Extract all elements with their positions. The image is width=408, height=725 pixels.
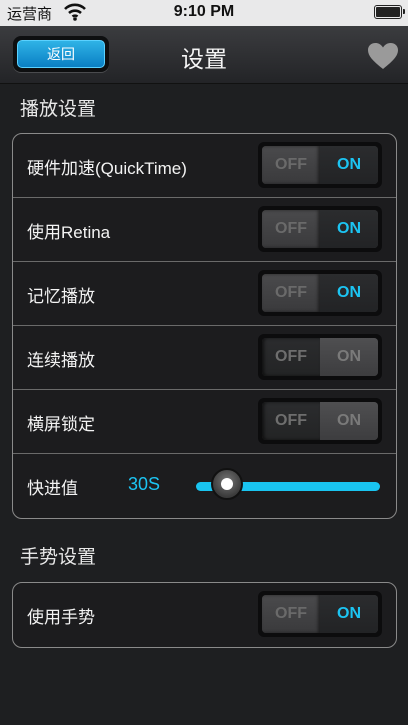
toggle-on-label: ON bbox=[320, 274, 378, 312]
toggle-off-label: OFF bbox=[262, 210, 320, 248]
setting-label: 快进值 bbox=[27, 479, 78, 498]
setting-label: 连续播放 bbox=[27, 351, 95, 370]
toggle-off-label: OFF bbox=[262, 146, 320, 184]
status-bar: 运营商 9:10 PM bbox=[0, 0, 408, 26]
setting-row-hardware-accel: 硬件加速(QuickTime) OFF ON bbox=[13, 134, 396, 198]
setting-row-landscape-lock: 横屏锁定 OFF ON bbox=[13, 390, 396, 454]
toggle-on-label: ON bbox=[320, 338, 378, 376]
setting-row-continuous-playback: 连续播放 OFF ON bbox=[13, 326, 396, 390]
toggle-off-label: OFF bbox=[262, 274, 320, 312]
setting-row-use-gestures: 使用手势 OFF ON bbox=[13, 583, 396, 647]
fast-forward-value: 30S bbox=[128, 474, 161, 494]
setting-row-fast-forward: 快进值 30S bbox=[13, 454, 396, 518]
resume-playback-toggle[interactable]: OFF ON bbox=[258, 270, 382, 316]
retina-toggle[interactable]: OFF ON bbox=[258, 206, 382, 252]
toggle-on-label: ON bbox=[320, 210, 378, 248]
page-title: 设置 bbox=[181, 47, 227, 73]
setting-label: 使用手势 bbox=[27, 608, 95, 627]
setting-label: 横屏锁定 bbox=[27, 415, 95, 434]
toggle-off-label: OFF bbox=[262, 402, 320, 440]
gesture-settings-group: 使用手势 OFF ON bbox=[12, 582, 397, 648]
hardware-accel-toggle[interactable]: OFF ON bbox=[258, 142, 382, 188]
continuous-playback-toggle[interactable]: OFF ON bbox=[258, 334, 382, 380]
setting-label: 记忆播放 bbox=[27, 287, 95, 306]
toggle-off-label: OFF bbox=[262, 338, 320, 376]
heart-icon[interactable] bbox=[367, 42, 399, 70]
navigation-bar: 返回 设置 bbox=[0, 26, 408, 84]
setting-row-retina: 使用Retina OFF ON bbox=[13, 198, 396, 262]
clock: 9:10 PM bbox=[173, 3, 235, 20]
playback-settings-group: 硬件加速(QuickTime) OFF ON 使用Retina OFF ON 记… bbox=[12, 133, 397, 519]
toggle-off-label: OFF bbox=[262, 595, 320, 633]
setting-label: 硬件加速(QuickTime) bbox=[27, 159, 187, 178]
use-gestures-toggle[interactable]: OFF ON bbox=[258, 591, 382, 637]
toggle-on-label: ON bbox=[320, 146, 378, 184]
playback-section-title: 播放设置 bbox=[20, 98, 97, 120]
setting-label: 使用Retina bbox=[27, 223, 111, 242]
toggle-on-label: ON bbox=[320, 595, 378, 633]
battery-icon bbox=[374, 5, 405, 19]
setting-row-resume-playback: 记忆播放 OFF ON bbox=[13, 262, 396, 326]
landscape-lock-toggle[interactable]: OFF ON bbox=[258, 398, 382, 444]
toggle-on-label: ON bbox=[320, 402, 378, 440]
fast-forward-slider-knob[interactable] bbox=[211, 468, 243, 500]
gesture-section-title: 手势设置 bbox=[20, 546, 97, 568]
